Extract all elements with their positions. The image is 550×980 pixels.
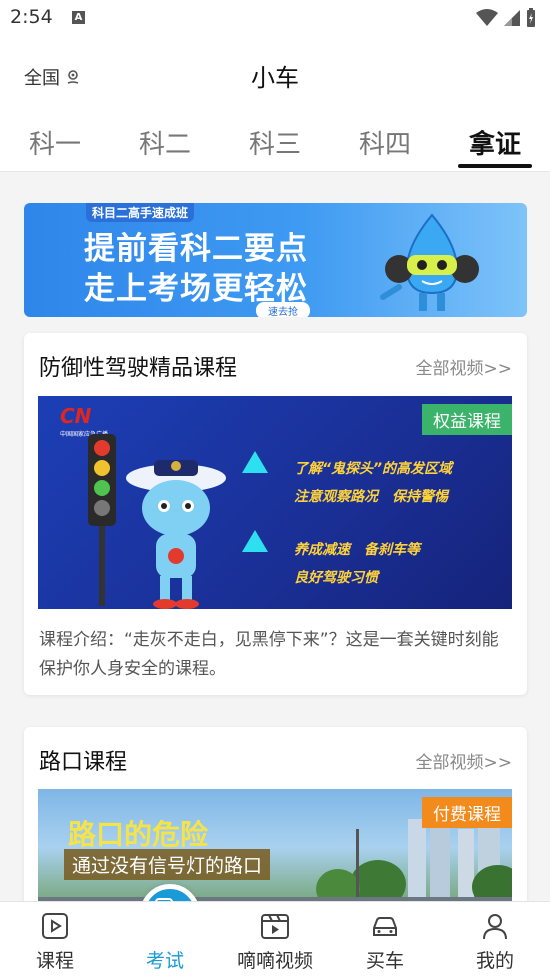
page-title: 小车 xyxy=(251,64,299,92)
course-type-badge: 权益课程 xyxy=(422,404,512,435)
mascot-illustration xyxy=(380,213,479,311)
car-icon xyxy=(373,917,397,936)
course-icon xyxy=(42,913,68,939)
tab-subject-3[interactable]: 科三 xyxy=(220,124,330,161)
video-line-3: 养成减速 备刹车等 xyxy=(294,542,420,558)
active-tab-indicator xyxy=(458,164,532,168)
banner-tag: 科目二高手速成班 xyxy=(86,203,195,222)
video-line-2: 注意观察路况 保持警惕 xyxy=(294,489,448,505)
nav-item-video[interactable]: 嘀嘀视频 xyxy=(220,902,330,980)
wifi-icon xyxy=(476,9,498,26)
tab-subject-2[interactable]: 科二 xyxy=(110,124,220,161)
nav-label: 买车 xyxy=(365,950,404,972)
course-description: 课程介绍：“走灰不走白，见黑停下来”？这是一套关键时刻能保护你人身安全的课程。 xyxy=(39,630,499,679)
status-time: 2:54 xyxy=(10,6,53,28)
profile-icon xyxy=(483,914,507,940)
nav-label: 嘀嘀视频 xyxy=(236,950,313,972)
banner-line-1: 提前看科二要点 xyxy=(84,231,308,267)
video-line-4: 良好驾驶习惯 xyxy=(294,570,378,586)
card-title: 路口课程 xyxy=(39,750,128,775)
course-type-badge: 付费课程 xyxy=(422,797,512,828)
status-icons xyxy=(476,7,536,29)
nav-item-profile[interactable]: 我的 xyxy=(440,902,550,980)
battery-icon xyxy=(527,8,535,27)
nav-label: 我的 xyxy=(475,950,514,972)
tab-subject-4[interactable]: 科四 xyxy=(330,124,440,161)
nav-label: 课程 xyxy=(35,950,74,972)
tab-license[interactable]: 拿证 xyxy=(440,124,550,161)
view-all-videos-link[interactable]: 全部视频>> xyxy=(416,748,513,773)
nav-label: 考试 xyxy=(145,950,184,972)
traffic-light-illustration xyxy=(88,434,226,609)
course-video-thumbnail[interactable]: 路口的危险 通过没有信号灯的路口 付费课程 xyxy=(38,789,512,917)
triangle-icon xyxy=(242,530,268,552)
bottom-nav: 课程 考试 嘀嘀视频 买车 我的 xyxy=(0,898,550,980)
course-card-intersection: 路口课程 全部视频>> 路口的危险 通过没有信号灯的路口 付费课程 xyxy=(24,727,527,917)
promo-banner[interactable]: 科目二高手速成班 提前看科二要点 走上考场更轻松 速去抢 xyxy=(24,203,527,317)
notification-icon: A xyxy=(72,11,85,24)
course-video-thumbnail[interactable]: CN 中国国家应急广播 了解“鬼探头”的高发区域 注意观察路况 保持警惕 养成减… xyxy=(38,396,512,609)
view-all-videos-link[interactable]: 全部视频>> xyxy=(416,354,513,379)
nav-item-course[interactable]: 课程 xyxy=(0,902,110,980)
card-title: 防御性驾驶精品课程 xyxy=(39,356,238,381)
video-title: 路口的危险 xyxy=(68,818,209,851)
nav-item-exam[interactable]: 考试 xyxy=(110,898,220,980)
cnr-logo: CN xyxy=(60,404,92,428)
status-bar: 2:54 A xyxy=(0,0,550,36)
header: 全国 小车 科一 科二 科三 科四 拿证 xyxy=(0,36,550,172)
banner-cta-button[interactable]: 速去抢 xyxy=(256,302,310,317)
tab-subject-1[interactable]: 科一 xyxy=(0,124,110,161)
subject-tabs: 科一 科二 科三 科四 拿证 xyxy=(0,120,550,170)
video-subtitle: 通过没有信号灯的路口 xyxy=(64,849,271,880)
nav-item-buy-car[interactable]: 买车 xyxy=(330,902,440,980)
triangle-icon xyxy=(242,451,268,473)
exam-icon xyxy=(155,898,177,920)
video-line-1: 了解“鬼探头”的高发区域 xyxy=(294,461,453,477)
video-icon xyxy=(261,914,289,939)
signal-icon xyxy=(504,10,520,26)
course-card-defensive-driving: 防御性驾驶精品课程 全部视频>> CN 中国国家应急广播 了解“鬼探头”的高发区… xyxy=(24,333,527,695)
